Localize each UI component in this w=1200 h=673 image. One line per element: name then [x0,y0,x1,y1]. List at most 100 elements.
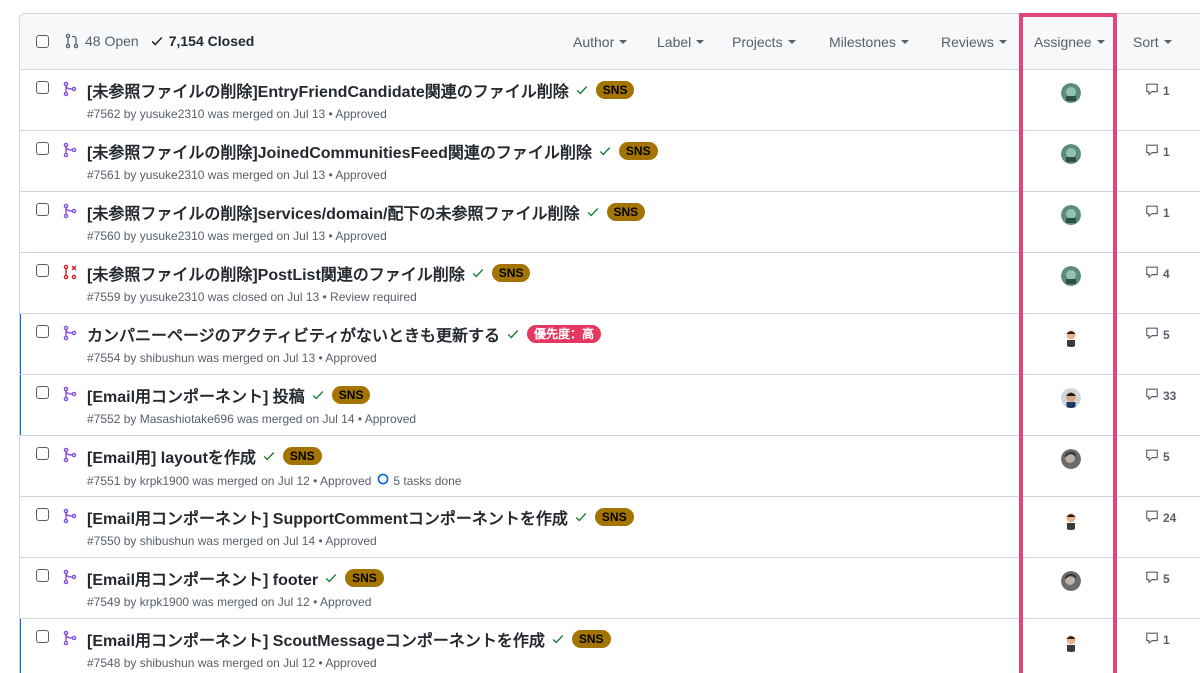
pull-request-title-link[interactable]: [未参照ファイルの削除]EntryFriendCandidate関連のファイル削… [87,78,569,102]
assignee-filter[interactable]: Assignee [1034,34,1105,50]
assignee-avatar[interactable] [1061,510,1081,530]
comments-link[interactable]: 33 [1145,387,1176,404]
comment-count: 5 [1163,327,1170,342]
open-count: 48 Open [85,33,139,49]
comments-link[interactable]: 1 [1145,82,1170,99]
pull-request-title-link[interactable]: [Email用コンポーネント] 投稿 [87,383,305,407]
comments-link[interactable]: 1 [1145,204,1170,221]
pull-request-title-link[interactable]: [Email用コンポーネント] SupportCommentコンポーネントを作成 [87,505,568,529]
pull-request-title-link[interactable]: [Email用] layoutを作成 [87,444,256,468]
closed-filter-link[interactable]: 7,154 Closed [150,33,254,49]
assignee-avatar[interactable] [1061,571,1081,591]
pull-request-row: [Email用コンポーネント] footer SNS #7549 by krpk19… [20,558,1200,619]
select-all-checkbox[interactable] [36,35,49,48]
comments-link[interactable]: 1 [1145,631,1170,648]
issue-label[interactable]: SNS [491,264,531,282]
pull-request-row: [未参照ファイルの削除]JoinedCommunitiesFeed関連のファイル… [20,131,1200,192]
checks-passed-icon[interactable] [586,205,600,219]
pull-request-merged-icon [62,569,78,585]
row-checkbox[interactable] [36,81,49,94]
title-line: [Email用コンポーネント] ScoutMessageコンポーネントを作成 SN… [87,627,611,651]
chevron-down-icon [1163,40,1172,44]
comments-link[interactable]: 5 [1145,448,1170,465]
checks-passed-icon[interactable] [324,571,338,585]
title-line: [未参照ファイルの削除]services/domain/配下の未参照ファイル削除… [87,200,646,224]
issue-label[interactable]: SNS [618,142,658,160]
label-filter-label: Label [657,34,692,50]
comments-link[interactable]: 5 [1145,326,1170,343]
row-checkbox[interactable] [36,325,49,338]
issue-label[interactable]: SNS [331,386,371,404]
chevron-down-icon [619,40,628,44]
row-checkbox[interactable] [36,508,49,521]
pull-request-merged-icon [62,508,78,524]
sort-filter[interactable]: Sort [1133,34,1172,50]
issue-label[interactable]: SNS [606,203,646,221]
issue-label[interactable]: SNS [282,447,322,465]
comments-link[interactable]: 1 [1145,143,1170,160]
checks-passed-icon[interactable] [575,83,589,97]
assignee-avatar[interactable] [1061,83,1081,103]
label-filter[interactable]: Label [657,34,705,50]
row-checkbox[interactable] [36,142,49,155]
open-filter-link[interactable]: 48 Open [64,33,139,49]
comments-link[interactable]: 4 [1145,265,1170,282]
comment-count: 24 [1163,510,1177,525]
meta-text: #7551 by krpk1900 was merged on Jul 12 •… [87,473,372,488]
title-line: [未参照ファイルの削除]JoinedCommunitiesFeed関連のファイル… [87,139,658,163]
milestones-filter[interactable]: Milestones [829,34,909,50]
meta-text: #7562 by yusuke2310 was merged on Jul 13… [87,107,387,121]
checks-passed-icon[interactable] [551,632,565,646]
pull-request-title-link[interactable]: [未参照ファイルの削除]PostList関連のファイル削除 [87,261,465,285]
chevron-down-icon [900,40,909,44]
tasks-text: 5 tasks done [393,473,462,488]
issue-label[interactable]: SNS [345,569,384,587]
comment-icon [1145,570,1163,587]
chevron-down-icon [998,40,1007,44]
row-checkbox[interactable] [36,569,49,582]
comments-link[interactable]: 5 [1145,570,1170,587]
tasks-progress: 5 tasks done [377,473,461,488]
projects-filter[interactable]: Projects [732,34,796,50]
row-checkbox[interactable] [36,630,49,643]
checks-passed-icon[interactable] [311,388,325,402]
row-checkbox[interactable] [36,386,49,399]
checks-passed-icon[interactable] [262,449,276,463]
issue-label[interactable]: 優先度：高 [526,325,601,343]
meta-text: #7549 by krpk1900 was merged on Jul 12 •… [87,595,372,609]
comment-icon [1145,82,1163,99]
assignee-avatar[interactable] [1061,632,1081,652]
pull-request-title-link[interactable]: カンパニーページのアクティビティがないときも更新する [87,322,500,346]
issue-label[interactable]: SNS [594,508,634,526]
assignee-avatar[interactable] [1061,449,1081,469]
pull-request-title-link[interactable]: [未参照ファイルの削除]services/domain/配下の未参照ファイル削除 [87,200,580,224]
assignee-avatar[interactable] [1061,266,1081,286]
pull-request-title-link[interactable]: [Email用コンポーネント] footer [87,566,318,590]
checks-passed-icon[interactable] [506,327,520,341]
pull-request-merged-icon [62,142,78,158]
row-checkbox[interactable] [36,203,49,216]
title-line: [未参照ファイルの削除]EntryFriendCandidate関連のファイル削… [87,78,635,102]
pull-request-title-link[interactable]: [Email用コンポーネント] ScoutMessageコンポーネントを作成 [87,627,545,651]
issue-label[interactable]: SNS [571,630,611,648]
projects-filter-label: Projects [732,34,783,50]
assignee-avatar[interactable] [1061,205,1081,225]
author-filter[interactable]: Author [573,34,628,50]
title-line: [Email用コンポーネント] 投稿 SNS [87,383,371,407]
assignee-avatar[interactable] [1061,388,1081,408]
assignee-avatar[interactable] [1061,327,1081,347]
pull-request-title-link[interactable]: [未参照ファイルの削除]JoinedCommunitiesFeed関連のファイル… [87,139,592,163]
reviews-filter[interactable]: Reviews [941,34,1007,50]
comments-link[interactable]: 24 [1145,509,1176,526]
title-line: [未参照ファイルの削除]PostList関連のファイル削除 SNS [87,261,531,285]
checks-passed-icon[interactable] [574,510,588,524]
checks-passed-icon[interactable] [471,266,485,280]
comment-icon [1145,326,1163,343]
row-checkbox[interactable] [36,447,49,460]
issue-label[interactable]: SNS [595,81,635,99]
assignee-avatar[interactable] [1061,144,1081,164]
comment-count: 4 [1163,266,1170,281]
checks-passed-icon[interactable] [598,144,612,158]
check-icon [151,36,163,46]
row-checkbox[interactable] [36,264,49,277]
